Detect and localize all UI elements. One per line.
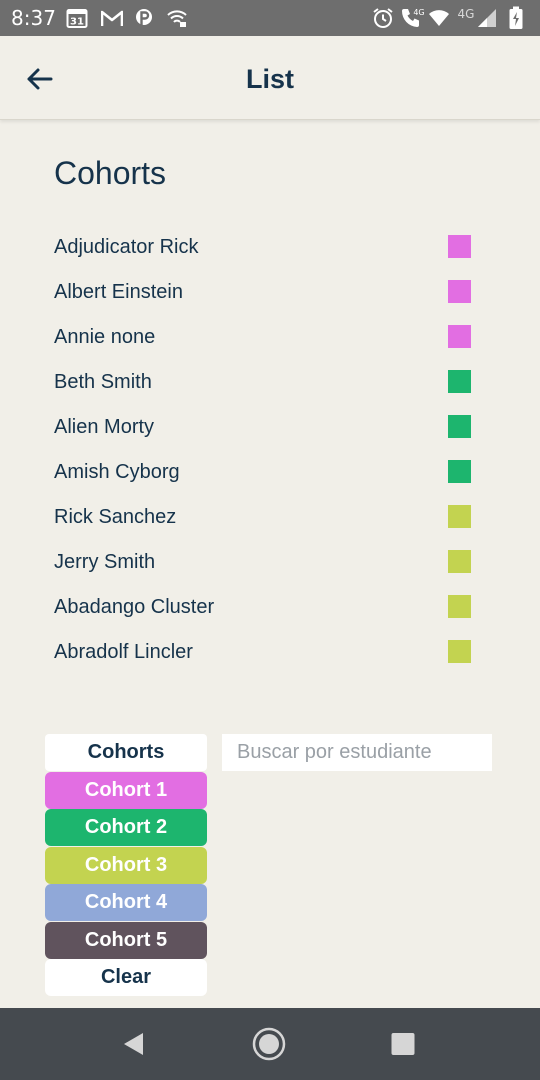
wifi-calling-icon: 4G (400, 6, 426, 35)
navigation-bar (0, 1008, 540, 1080)
nav-home-button[interactable] (251, 1026, 287, 1062)
cohort-2-button[interactable]: Cohort 2 (45, 809, 207, 846)
svg-text:31: 31 (70, 17, 84, 28)
cohort-color-swatch (448, 235, 471, 258)
nav-recents-button[interactable] (385, 1026, 421, 1062)
cohort-1-button[interactable]: Cohort 1 (45, 771, 207, 809)
student-list: Adjudicator Rick Albert Einstein Annie n… (54, 225, 474, 675)
cohort-color-swatch (448, 325, 471, 348)
battery-icon (509, 6, 523, 35)
search-input[interactable] (222, 734, 492, 771)
back-button[interactable] (20, 60, 60, 100)
cohorts-header: Cohorts (45, 734, 207, 771)
cohort-color-swatch (448, 280, 471, 303)
alarm-icon (372, 7, 394, 34)
student-name: Annie none (54, 326, 156, 348)
list-item[interactable]: Abadango Cluster (54, 585, 474, 630)
list-item[interactable]: Alien Morty (54, 405, 474, 450)
list-item[interactable]: Abradolf Lincler (54, 630, 474, 675)
cohort-color-swatch (448, 640, 471, 663)
arrow-left-icon (27, 68, 53, 90)
list-item[interactable]: Rick Sanchez (54, 495, 474, 540)
student-name: Abradolf Lincler (54, 641, 193, 663)
cell-signal-icon: 4G (454, 5, 500, 35)
wifi-hotspot-icon (166, 7, 188, 34)
gmail-icon (100, 10, 124, 32)
list-item[interactable]: Beth Smith (54, 360, 474, 405)
calendar-icon: 31 (66, 7, 88, 34)
student-name: Jerry Smith (54, 551, 156, 573)
recents-square-icon (391, 1033, 415, 1055)
student-name: Rick Sanchez (54, 506, 177, 528)
student-name: Alien Morty (54, 416, 155, 438)
section-title: Cohorts (54, 155, 167, 191)
student-name: Adjudicator Rick (54, 236, 199, 258)
list-item[interactable]: Jerry Smith (54, 540, 474, 585)
list-item[interactable]: Annie none (54, 315, 474, 360)
home-circle-icon (252, 1027, 286, 1061)
wifi-icon (428, 9, 450, 32)
list-item[interactable]: Amish Cyborg (54, 450, 474, 495)
status-time: 8:37 (11, 6, 56, 30)
student-name: Amish Cyborg (54, 461, 180, 483)
cohort-color-swatch (448, 595, 471, 618)
list-item[interactable]: Albert Einstein (54, 270, 474, 315)
clear-button[interactable]: Clear (45, 959, 207, 996)
cohort-color-swatch (448, 370, 471, 393)
cohort-5-button[interactable]: Cohort 5 (45, 921, 207, 959)
cohort-filter-panel: Cohorts Cohort 1 Cohort 2 Cohort 3 Cohor… (45, 734, 207, 997)
cohort-color-swatch (448, 415, 471, 438)
student-name: Beth Smith (54, 371, 152, 393)
page-title: List (245, 64, 294, 94)
cohort-3-button[interactable]: Cohort 3 (45, 846, 207, 884)
cohort-color-swatch (448, 550, 471, 573)
back-triangle-icon (124, 1033, 143, 1055)
cohort-color-swatch (448, 505, 471, 528)
student-name: Abadango Cluster (54, 596, 215, 618)
nav-back-button[interactable] (116, 1026, 152, 1062)
svg-text:4G: 4G (413, 8, 424, 17)
app-bar: List (0, 36, 540, 120)
parking-icon (135, 8, 153, 34)
cohort-4-button[interactable]: Cohort 4 (45, 884, 207, 921)
status-bar: 8:37 31 4G 4G (0, 0, 540, 36)
cohort-color-swatch (448, 460, 471, 483)
svg-text:4G: 4G (458, 7, 475, 21)
student-name: Albert Einstein (54, 281, 183, 303)
list-item[interactable]: Adjudicator Rick (54, 225, 474, 270)
